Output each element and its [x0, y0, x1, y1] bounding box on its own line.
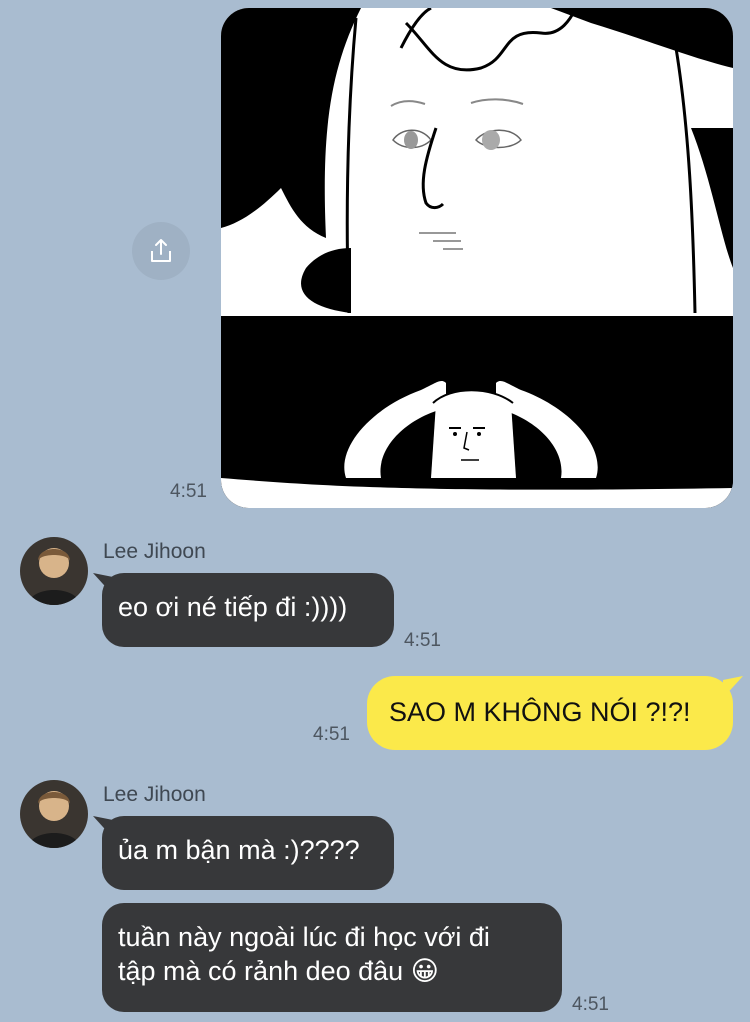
avatar[interactable] — [20, 780, 88, 848]
bubble-tail — [723, 676, 743, 698]
sender-name: Lee Jihoon — [103, 783, 206, 806]
message-text-line: tập mà có rảnh deo đâu 😀 — [118, 954, 546, 988]
bubble-tail — [93, 573, 113, 595]
message-time: 4:51 — [404, 630, 441, 651]
comic-image — [221, 8, 733, 508]
message-time: 4:51 — [170, 481, 207, 502]
message-text: tập mà có rảnh deo đâu — [118, 956, 404, 986]
message-text: eo ơi né tiếp đi :)))) — [118, 592, 348, 622]
message-bubble[interactable]: tuần này ngoài lúc đi học với đi tập mà … — [102, 903, 562, 1012]
image-message[interactable] — [221, 8, 733, 508]
message-bubble[interactable]: ủa m bận mà :)???? — [93, 816, 394, 890]
share-icon — [151, 239, 171, 262]
message-text-line: tuần này ngoài lúc đi học với đi — [118, 922, 490, 952]
message-text: ủa m bận mà :)???? — [118, 835, 360, 865]
message-bubble[interactable]: eo ơi né tiếp đi :)))) — [93, 573, 394, 647]
message-time: 4:51 — [572, 994, 609, 1015]
message-bubble[interactable]: SAO M KHÔNG NÓI ?!?! — [367, 676, 743, 750]
bubble-tail — [93, 816, 113, 838]
message-time: 4:51 — [313, 724, 350, 745]
avatar-image — [20, 780, 88, 848]
share-button[interactable] — [132, 222, 190, 280]
avatar[interactable] — [20, 537, 88, 605]
avatar-image — [20, 537, 88, 605]
message-text: SAO M KHÔNG NÓI ?!?! — [389, 697, 691, 727]
grinning-emoji-icon: 😀 — [410, 956, 439, 986]
sender-name: Lee Jihoon — [103, 540, 206, 563]
